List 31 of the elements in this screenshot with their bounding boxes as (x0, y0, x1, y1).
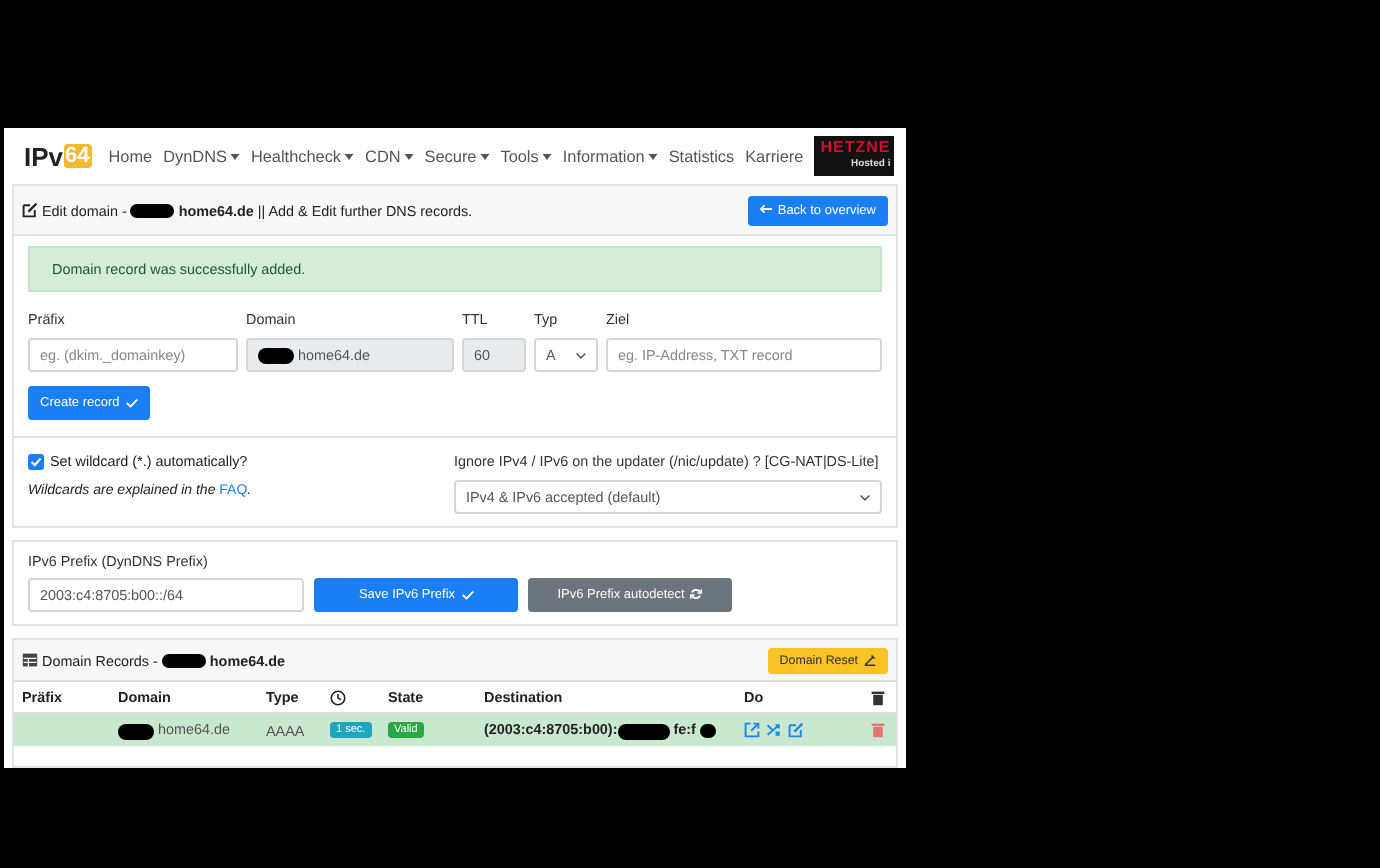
logo[interactable]: IPv64 (24, 141, 92, 171)
external-link-icon[interactable] (744, 722, 760, 738)
caret-icon[interactable] (647, 153, 658, 159)
caret-icon[interactable] (344, 153, 355, 159)
edit-icon (22, 202, 38, 218)
pencil-icon (864, 653, 876, 666)
chevron-down-icon (860, 493, 870, 501)
chevron-down-icon (576, 351, 586, 359)
edit-icon[interactable] (788, 722, 804, 738)
nav-link[interactable]: Karriere (745, 147, 804, 165)
nav-link[interactable]: Information (562, 147, 645, 165)
nav-link[interactable]: Statistics (668, 147, 735, 165)
nav-link[interactable]: Tools (500, 147, 539, 165)
nav-link[interactable]: Home (108, 147, 153, 165)
nav-link[interactable]: Healthcheck (250, 147, 342, 165)
table-icon (22, 652, 38, 668)
check-icon (461, 589, 474, 600)
caret-icon[interactable] (541, 153, 552, 159)
nav-link[interactable]: DynDNS (163, 147, 227, 165)
nav-link[interactable]: Secure (424, 147, 477, 165)
caret-icon[interactable] (229, 153, 240, 159)
trash-icon (870, 689, 886, 705)
caret-icon[interactable] (479, 153, 490, 159)
refresh-icon (690, 588, 703, 601)
check-icon (125, 397, 138, 408)
shuffle-icon[interactable] (766, 722, 782, 738)
clock-icon (330, 689, 346, 705)
nav-link[interactable]: CDN (365, 147, 401, 165)
caret-icon[interactable] (403, 153, 414, 159)
checkbox[interactable] (28, 453, 44, 469)
arrow-left-icon (759, 204, 772, 215)
